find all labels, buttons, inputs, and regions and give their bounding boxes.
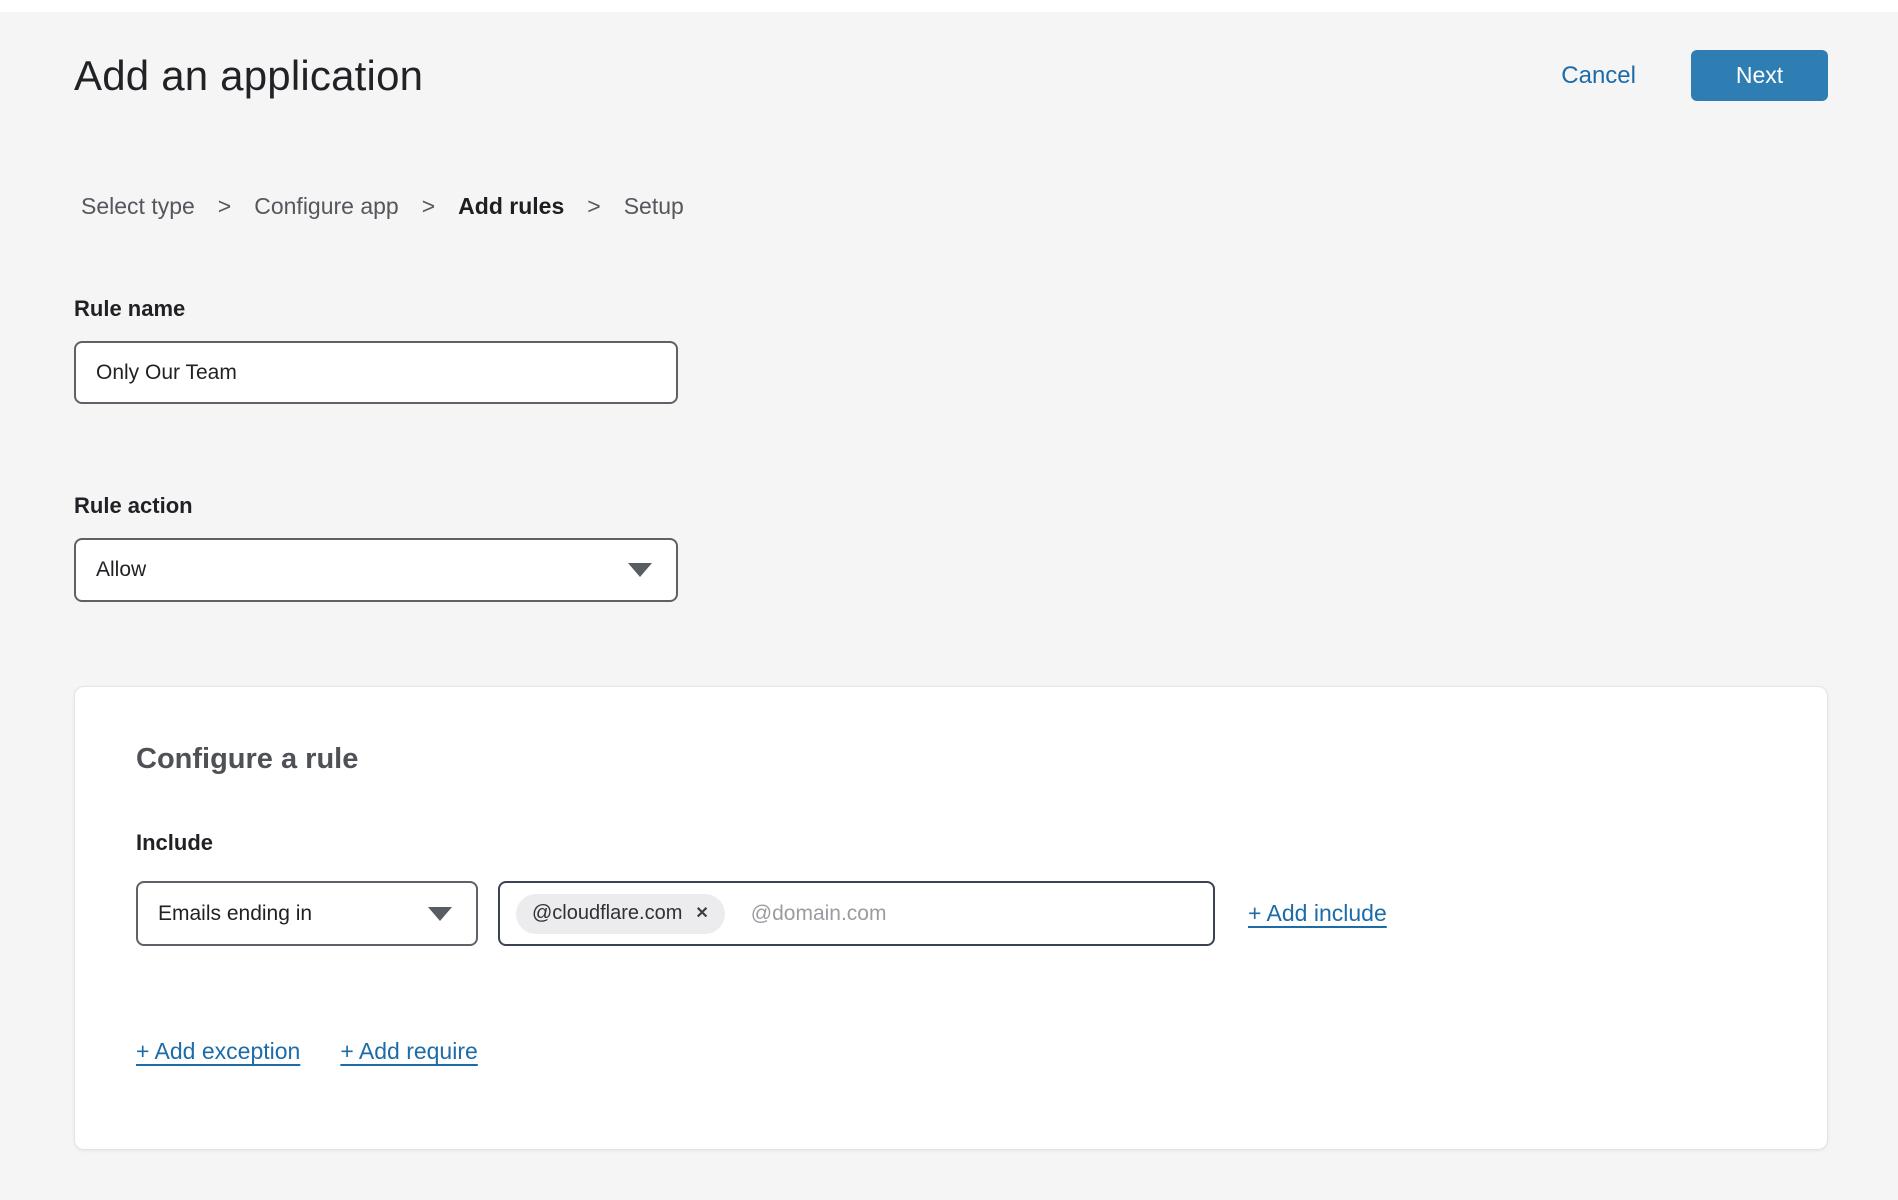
include-label: Include [136, 830, 1767, 856]
breadcrumb: Select type > Configure app > Add rules … [74, 193, 1828, 220]
configure-rule-card: Configure a rule Include Emails ending i… [74, 686, 1828, 1150]
rule-action-field: Rule action Allow [74, 493, 1828, 602]
add-require-link[interactable]: + Add require [340, 1038, 477, 1065]
page-content: Add an application Cancel Next Select ty… [0, 50, 1898, 1150]
add-exception-link[interactable]: + Add exception [136, 1038, 300, 1065]
email-domain-input[interactable] [751, 902, 1197, 926]
breadcrumb-step-add-rules[interactable]: Add rules [458, 193, 564, 220]
breadcrumb-step-setup[interactable]: Setup [624, 193, 684, 220]
next-button[interactable]: Next [1691, 50, 1828, 101]
rule-action-select[interactable]: Allow [74, 538, 678, 602]
email-domains-tag-input[interactable]: @cloudflare.com ✕ [498, 881, 1215, 946]
email-domain-tag-label: @cloudflare.com [532, 902, 682, 925]
rule-name-field: Rule name [74, 296, 1828, 404]
configure-rule-title: Configure a rule [136, 743, 1767, 776]
rule-name-label: Rule name [74, 296, 1828, 322]
rule-action-selected-value: Allow [96, 558, 146, 582]
header-actions: Cancel Next [1561, 50, 1828, 101]
include-rule-row: Emails ending in @cloudflare.com ✕ + Add… [136, 881, 1767, 946]
caret-down-icon [628, 563, 652, 577]
window-top-strip [0, 0, 1898, 12]
rule-action-label: Rule action [74, 493, 1828, 519]
caret-down-icon [428, 907, 452, 921]
breadcrumb-separator: > [218, 193, 231, 220]
include-selector-select[interactable]: Emails ending in [136, 881, 478, 946]
add-include-link[interactable]: + Add include [1248, 900, 1387, 927]
page-header: Add an application Cancel Next [74, 50, 1828, 101]
remove-tag-icon[interactable]: ✕ [695, 906, 708, 922]
email-domain-tag: @cloudflare.com ✕ [516, 894, 725, 934]
breadcrumb-step-configure-app[interactable]: Configure app [254, 193, 399, 220]
rule-name-input[interactable] [74, 341, 678, 404]
breadcrumb-separator: > [587, 193, 600, 220]
breadcrumb-step-select-type[interactable]: Select type [81, 193, 195, 220]
page-title: Add an application [74, 52, 423, 100]
include-selector-value: Emails ending in [158, 902, 312, 926]
cancel-button[interactable]: Cancel [1561, 62, 1636, 90]
rule-card-links: + Add exception + Add require [136, 1038, 1767, 1065]
breadcrumb-separator: > [422, 193, 435, 220]
